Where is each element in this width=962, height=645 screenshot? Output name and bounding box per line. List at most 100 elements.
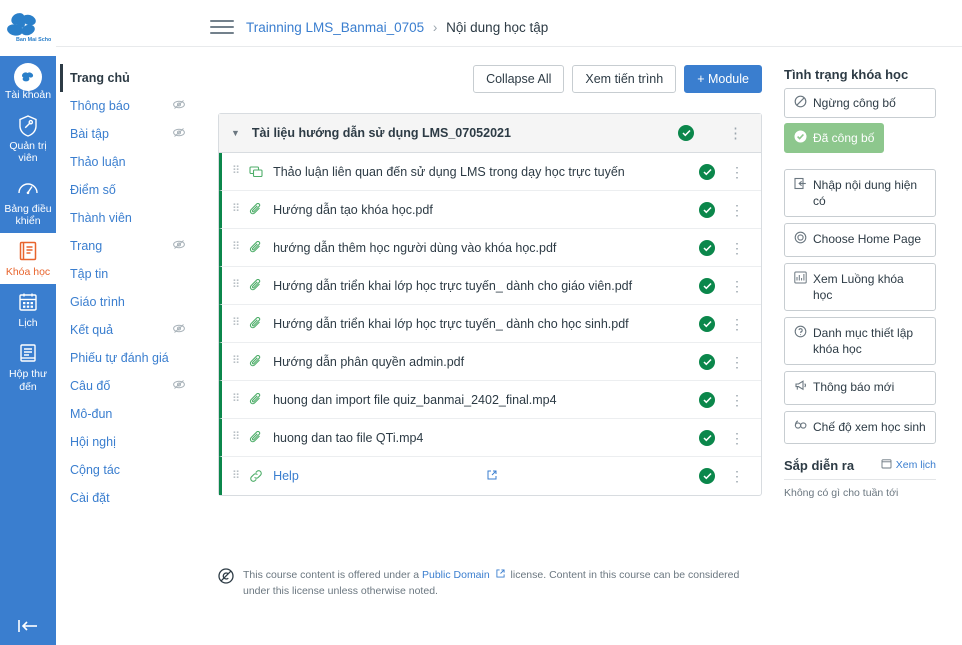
drag-handle-icon[interactable]: ⠿: [232, 470, 240, 481]
course-nav-item-files[interactable]: Tập tin: [70, 260, 200, 288]
course-setup-checklist-button[interactable]: Danh mục thiết lập khóa học: [784, 316, 936, 366]
module-item-row[interactable]: ⠿ Hướng dẫn tạo khóa học.pdf ⋮: [219, 191, 761, 229]
upcoming-header: Sắp diễn ra Xem lịch: [784, 458, 936, 473]
item-kebab-menu-icon[interactable]: ⋮: [725, 431, 749, 445]
course-nav-item-discussions[interactable]: Thảo luận: [70, 148, 200, 176]
global-nav-item-calendar[interactable]: Lịch: [0, 284, 56, 335]
caret-down-icon[interactable]: ▼: [231, 128, 240, 138]
module-item-title[interactable]: Hướng dẫn phân quyền admin.pdf: [273, 355, 689, 369]
breadcrumb-course-link[interactable]: Trainning LMS_Banmai_0705: [246, 20, 424, 35]
course-nav-item-rubrics[interactable]: Phiếu tự đánh giá: [70, 344, 200, 372]
global-nav-item-inbox[interactable]: Hộp thư đến: [0, 335, 56, 398]
global-nav-item-account[interactable]: Tài khoản: [0, 56, 56, 107]
module-item-title[interactable]: Hướng dẫn triển khai lớp học trực tuyến_…: [273, 317, 689, 331]
module-item-row[interactable]: ⠿ Hướng dẫn triển khai lớp học trực tuyế…: [219, 305, 761, 343]
student-view-label: Chế độ xem học sinh: [813, 419, 926, 434]
module-item-row[interactable]: ⠿ Hướng dẫn phân quyền admin.pdf ⋮: [219, 343, 761, 381]
course-nav-item-collaborations[interactable]: Cộng tác: [70, 456, 200, 484]
global-nav-item-courses[interactable]: Khóa học: [0, 233, 56, 285]
content-area: Collapse All Xem tiến trình + Module ▼ T…: [200, 47, 962, 600]
license-link[interactable]: Public Domain: [422, 569, 490, 581]
course-nav-item-quizzes[interactable]: Câu đố: [70, 372, 200, 400]
module-item-row[interactable]: ⠿ Hướng dẫn triển khai lớp học trực tuyế…: [219, 267, 761, 305]
drag-handle-icon[interactable]: ⠿: [232, 394, 240, 405]
global-nav-item-dashboard[interactable]: Bảng điều khiển: [0, 170, 56, 233]
student-view-button[interactable]: Chế độ xem học sinh: [784, 410, 936, 444]
drag-handle-icon[interactable]: ⠿: [232, 432, 240, 443]
view-course-stream-button[interactable]: Xem Luồng khóa học: [784, 262, 936, 311]
published-check-icon[interactable]: [699, 201, 715, 218]
course-nav-item-assignments[interactable]: Bài tập: [70, 120, 200, 148]
item-kebab-menu-icon[interactable]: ⋮: [725, 393, 749, 407]
module-item-row[interactable]: ⠿ Help ⋮: [219, 457, 761, 495]
flower-logo-icon: Ban Mai School: [7, 13, 51, 43]
course-nav-item-settings[interactable]: Cài đặt: [70, 484, 200, 512]
module-item-title[interactable]: Thảo luận liên quan đến sử dụng LMS tron…: [273, 165, 689, 179]
course-nav-item-grades[interactable]: Điểm số: [70, 176, 200, 204]
item-kebab-menu-icon[interactable]: ⋮: [725, 469, 749, 483]
add-module-button[interactable]: + Module: [684, 65, 762, 93]
brand-logo[interactable]: Ban Mai School: [0, 0, 56, 56]
module-item-row[interactable]: ⠿ hướng dẫn thêm học người dùng vào khóa…: [219, 229, 761, 267]
course-nav-item-announcements[interactable]: Thông báo: [70, 92, 200, 120]
item-kebab-menu-icon[interactable]: ⋮: [725, 279, 749, 293]
item-kebab-menu-icon[interactable]: ⋮: [725, 165, 749, 179]
hamburger-icon[interactable]: [210, 16, 234, 38]
module-item-title[interactable]: huong dan import file quiz_banmai_2402_f…: [273, 393, 689, 407]
course-nav-label: Mô-đun: [70, 407, 113, 421]
module-item-title[interactable]: hướng dẫn thêm học người dùng vào khóa h…: [273, 241, 689, 255]
published-status-button[interactable]: Đã công bố: [784, 123, 885, 153]
right-sidebar: Tình trạng khóa học Ngừng công bố Đã côn…: [762, 61, 944, 600]
published-check-icon[interactable]: [699, 429, 715, 446]
drag-handle-icon[interactable]: ⠿: [232, 280, 240, 291]
published-check-icon[interactable]: [699, 468, 715, 484]
published-check-icon[interactable]: [699, 315, 715, 332]
choose-home-page-button[interactable]: Choose Home Page: [784, 223, 936, 257]
import-icon: [794, 177, 807, 194]
drag-handle-icon[interactable]: ⠿: [232, 356, 240, 367]
course-nav-item-pages[interactable]: Trang: [70, 232, 200, 260]
published-check-icon[interactable]: [699, 391, 715, 408]
view-progress-button[interactable]: Xem tiến trình: [572, 65, 677, 93]
item-kebab-menu-icon[interactable]: ⋮: [725, 355, 749, 369]
drag-handle-icon[interactable]: ⠿: [232, 318, 240, 329]
course-nav-item-home[interactable]: Trang chủ: [60, 64, 200, 92]
module-item-row[interactable]: ⠿ huong dan import file quiz_banmai_2402…: [219, 381, 761, 419]
module-kebab-menu-icon[interactable]: ⋮: [722, 126, 749, 141]
module-item-title[interactable]: huong dan tao file QTi.mp4: [273, 431, 689, 445]
module-item-title[interactable]: Help: [273, 469, 481, 483]
course-nav-item-syllabus[interactable]: Giáo trình: [70, 288, 200, 316]
module-item-row[interactable]: ⠿ Thảo luận liên quan đến sử dụng LMS tr…: [219, 153, 761, 191]
drag-handle-icon[interactable]: ⠿: [232, 204, 240, 215]
course-nav-item-outcomes[interactable]: Kết quả: [70, 316, 200, 344]
item-kebab-menu-icon[interactable]: ⋮: [725, 317, 749, 331]
published-check-icon[interactable]: [678, 125, 694, 141]
module-item-title[interactable]: Hướng dẫn tạo khóa học.pdf: [273, 203, 689, 217]
announcement-icon: [794, 379, 807, 396]
course-nav-label: Thông báo: [70, 99, 130, 113]
item-kebab-menu-icon[interactable]: ⋮: [725, 241, 749, 255]
published-check-icon[interactable]: [699, 353, 715, 370]
new-announcement-button[interactable]: Thông báo mới: [784, 371, 936, 405]
module-header[interactable]: ▼ Tài liệu hướng dẫn sử dụng LMS_0705202…: [219, 114, 761, 153]
published-check-icon[interactable]: [699, 239, 715, 256]
collapse-all-button[interactable]: Collapse All: [473, 65, 565, 93]
course-nav-item-modules[interactable]: Mô-đun: [70, 400, 200, 428]
global-nav-item-admin[interactable]: Quản trị viên: [0, 107, 56, 170]
published-check-icon[interactable]: [699, 163, 715, 180]
license-text-before: This course content is offered under a: [243, 569, 422, 581]
module-item-title[interactable]: Hướng dẫn triển khai lớp học trực tuyến_…: [273, 279, 689, 293]
item-kebab-menu-icon[interactable]: ⋮: [725, 203, 749, 217]
external-link-icon: [493, 569, 508, 581]
unpublish-button[interactable]: Ngừng công bố: [784, 88, 936, 118]
view-calendar-link[interactable]: Xem lịch: [881, 458, 936, 472]
drag-handle-icon[interactable]: ⠿: [232, 166, 240, 177]
published-check-icon[interactable]: [699, 277, 715, 294]
collapse-left-icon[interactable]: [0, 618, 56, 637]
module-item-row[interactable]: ⠿ huong dan tao file QTi.mp4 ⋮: [219, 419, 761, 457]
question-circle-icon: [794, 325, 807, 342]
drag-handle-icon[interactable]: ⠿: [232, 242, 240, 253]
course-nav-item-people[interactable]: Thành viên: [70, 204, 200, 232]
course-nav-item-conferences[interactable]: Hội nghị: [70, 428, 200, 456]
import-content-button[interactable]: Nhập nội dung hiện có: [784, 169, 936, 218]
